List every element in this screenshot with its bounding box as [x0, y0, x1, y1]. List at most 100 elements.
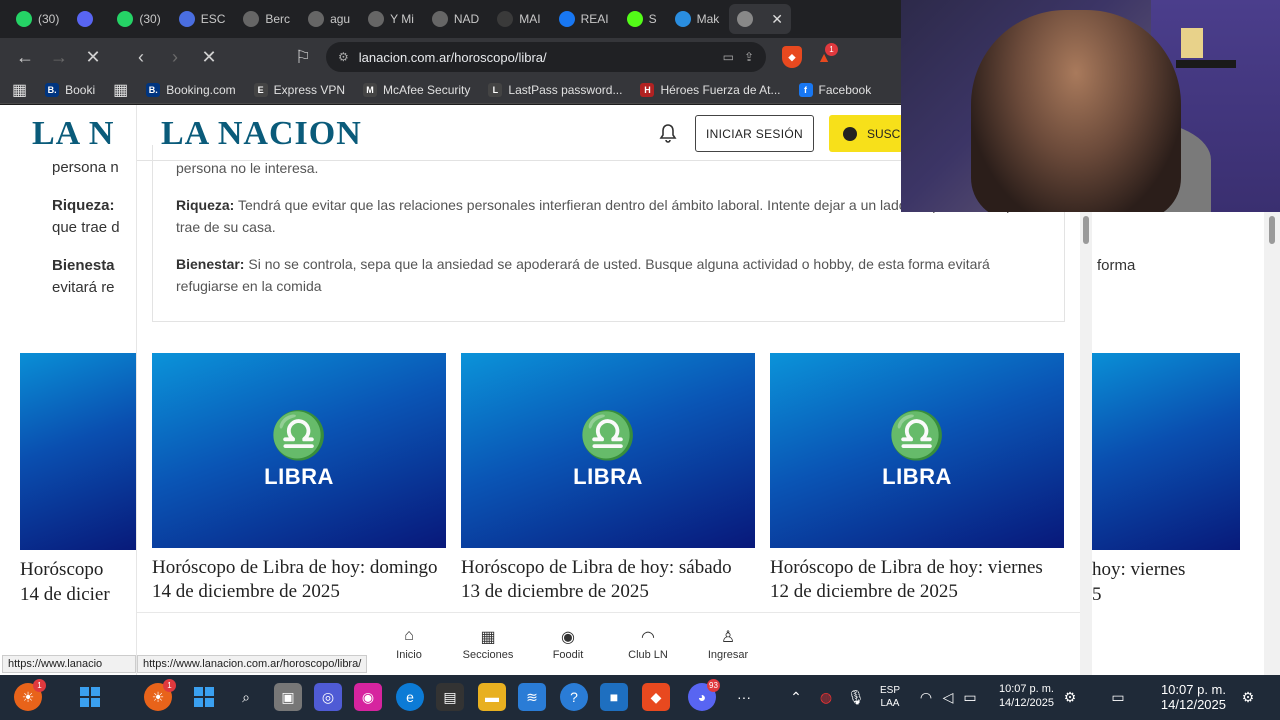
site-info-icon[interactable]: ⚙: [338, 50, 349, 64]
wellbeing-label: Bienestar:: [176, 256, 245, 272]
instagram-icon[interactable]: ◉: [354, 683, 382, 711]
bookmark-item[interactable]: M McAfee Security: [363, 82, 470, 97]
browser-tab[interactable]: ✕: [729, 4, 792, 34]
forward-button[interactable]: ›: [160, 42, 190, 72]
scrollbar-thumb[interactable]: [1083, 216, 1089, 244]
ghost-notification-icon[interactable]: ⚙: [1234, 683, 1262, 711]
browser-tab[interactable]: (30): [109, 4, 168, 34]
bookmark-ghost[interactable]: B. Booki: [45, 82, 95, 97]
apps-grid-icon-2[interactable]: ▦: [113, 80, 128, 100]
ghost-scrollbar[interactable]: [1264, 212, 1280, 675]
article-thumbnail[interactable]: ♎ LIBRA: [152, 353, 446, 548]
cast-icon[interactable]: ▭: [723, 50, 734, 64]
back-button[interactable]: ←: [10, 42, 40, 72]
discord-icon[interactable]: ◕ 93: [688, 679, 720, 711]
help-icon[interactable]: ?: [560, 683, 588, 711]
club-icon: ◠: [641, 629, 655, 646]
close-tab-icon[interactable]: ✕: [771, 11, 783, 28]
bottom-nav-inicio[interactable]: ⌂ Inicio: [369, 627, 449, 661]
weather-icon-ghost[interactable]: ☀ 1: [144, 679, 176, 711]
browser-tab[interactable]: [69, 4, 107, 34]
subscribe-icon: [843, 126, 857, 141]
bottom-nav-foodit[interactable]: ◉ Foodit: [528, 627, 608, 661]
ghost-love-tail: persona n: [52, 159, 119, 176]
article-thumbnail[interactable]: ♎ LIBRA: [770, 353, 1064, 548]
browser-tab[interactable]: Y Mi: [360, 4, 422, 34]
bookmark-favicon-icon: L: [488, 82, 503, 97]
search-icon[interactable]: ⌕: [232, 683, 260, 711]
forward-button-ghost[interactable]: →: [44, 42, 74, 72]
tab-label: S: [648, 12, 657, 26]
article-card[interactable]: ♎ LIBRA Horóscopo de Libra de hoy: sábado …: [461, 353, 755, 604]
article-title[interactable]: Horóscopo de Libra de hoy: viernes 12 de…: [770, 556, 1064, 604]
windows-start-icon[interactable]: [76, 683, 104, 711]
loading-icon: [737, 11, 754, 27]
tab-label: Mak: [696, 12, 720, 26]
browser-tab[interactable]: ESC: [171, 4, 234, 34]
article-title[interactable]: Horóscopo de Libra de hoy: domingo 14 de…: [152, 556, 446, 604]
wellbeing-text: Si no se controla, sepa que la ansiedad …: [176, 256, 990, 294]
browser-tab[interactable]: S: [619, 4, 665, 34]
store-icon[interactable]: ▤: [436, 683, 464, 711]
tab-label: REAI: [580, 12, 609, 26]
app-icon[interactable]: ≋: [518, 683, 546, 711]
more-apps-icon[interactable]: ···: [730, 683, 758, 711]
browser-tab[interactable]: MAI: [489, 4, 548, 34]
bookmark-page-icon[interactable]: ⚐: [288, 42, 318, 72]
browser-tab[interactable]: Berc: [235, 4, 298, 34]
microphone-icon[interactable]: 🎙︎: [842, 683, 870, 711]
bookmark-item[interactable]: B. Booking.com: [146, 82, 236, 97]
edge-icon[interactable]: e: [396, 683, 424, 711]
browser-tab[interactable]: (30): [8, 4, 67, 34]
article-card[interactable]: ♎ LIBRA Horóscopo de Libra de hoy: domingo…: [152, 353, 446, 604]
browser-tab[interactable]: NAD: [424, 4, 487, 34]
stop-loading-button[interactable]: ✕: [194, 42, 224, 72]
ghost-scrollbar-thumb[interactable]: [1269, 216, 1275, 244]
task-view-icon[interactable]: ▣: [274, 683, 302, 711]
article-thumbnail[interactable]: ♎ LIBRA: [461, 353, 755, 548]
kick-icon: [626, 11, 643, 27]
bell-icon[interactable]: [657, 122, 679, 144]
tray-app-icon[interactable]: ◍: [812, 683, 840, 711]
ghost-wellbeing-tail: evitará re: [52, 279, 115, 296]
bookmark-item[interactable]: E Express VPN: [253, 82, 345, 97]
bottom-nav-ingresar[interactable]: ♙ Ingresar: [688, 627, 768, 661]
libra-icon: ♎: [888, 408, 946, 461]
stop-loading-button-ghost[interactable]: ✕: [78, 42, 108, 72]
teams-icon[interactable]: ◎: [314, 683, 342, 711]
rewards-badge: 1: [825, 43, 838, 56]
brave-shield-icon[interactable]: ◆: [778, 43, 806, 71]
ghost-clock[interactable]: 10:07 p. m. 14/12/2025: [1140, 682, 1226, 712]
weather-icon[interactable]: ☀ 1: [14, 679, 46, 711]
browser-tab[interactable]: agu: [300, 4, 358, 34]
browser-tab[interactable]: Mak: [667, 4, 728, 34]
language-indicator[interactable]: ESP LAA: [874, 684, 906, 710]
ghost-battery-icon[interactable]: ▭: [1104, 683, 1132, 711]
bookmark-item[interactable]: H Héroes Fuerza de At...: [640, 82, 781, 97]
tray-chevron-icon[interactable]: ⌃: [782, 683, 810, 711]
rewards-icon[interactable]: ▲ 1: [810, 43, 838, 71]
apps-grid-icon[interactable]: ▦: [12, 80, 27, 100]
browser-tab[interactable]: REAI: [551, 4, 617, 34]
ghost-right-thumbnail: [1092, 353, 1240, 550]
bottom-nav-club-ln[interactable]: ◠ Club LN: [608, 627, 688, 661]
article-card[interactable]: ♎ LIBRA Horóscopo de Libra de hoy: viernes…: [770, 353, 1064, 604]
brave-browser-icon[interactable]: ◆: [642, 683, 670, 711]
page-scrollbar[interactable]: [1080, 212, 1092, 675]
windows-start-icon-ghost[interactable]: [190, 683, 218, 711]
share-icon[interactable]: ⇪: [744, 50, 754, 64]
bottom-nav-label: Secciones: [462, 649, 514, 661]
bookmark-item[interactable]: f Facebook: [798, 82, 871, 97]
address-bar[interactable]: ⚙ lanacion.com.ar/horoscopo/libra/ ▭ ⇪: [326, 42, 766, 72]
bottom-nav-label: Ingresar: [707, 649, 749, 661]
battery-icon[interactable]: ▭: [956, 683, 984, 711]
notification-icon[interactable]: ⚙: [1056, 683, 1084, 711]
bookmark-item[interactable]: L LastPass password...: [488, 82, 622, 97]
back-button-2[interactable]: ‹: [126, 42, 156, 72]
bottom-nav-secciones[interactable]: ▦ Secciones: [448, 627, 528, 661]
app-icon-2[interactable]: ■: [600, 683, 628, 711]
folder-icon[interactable]: ▬: [478, 683, 506, 711]
webcam-overlay: [901, 0, 1280, 212]
clock[interactable]: 10:07 p. m. 14/12/2025: [986, 682, 1054, 710]
article-title[interactable]: Horóscopo de Libra de hoy: sábado 13 de …: [461, 556, 755, 604]
